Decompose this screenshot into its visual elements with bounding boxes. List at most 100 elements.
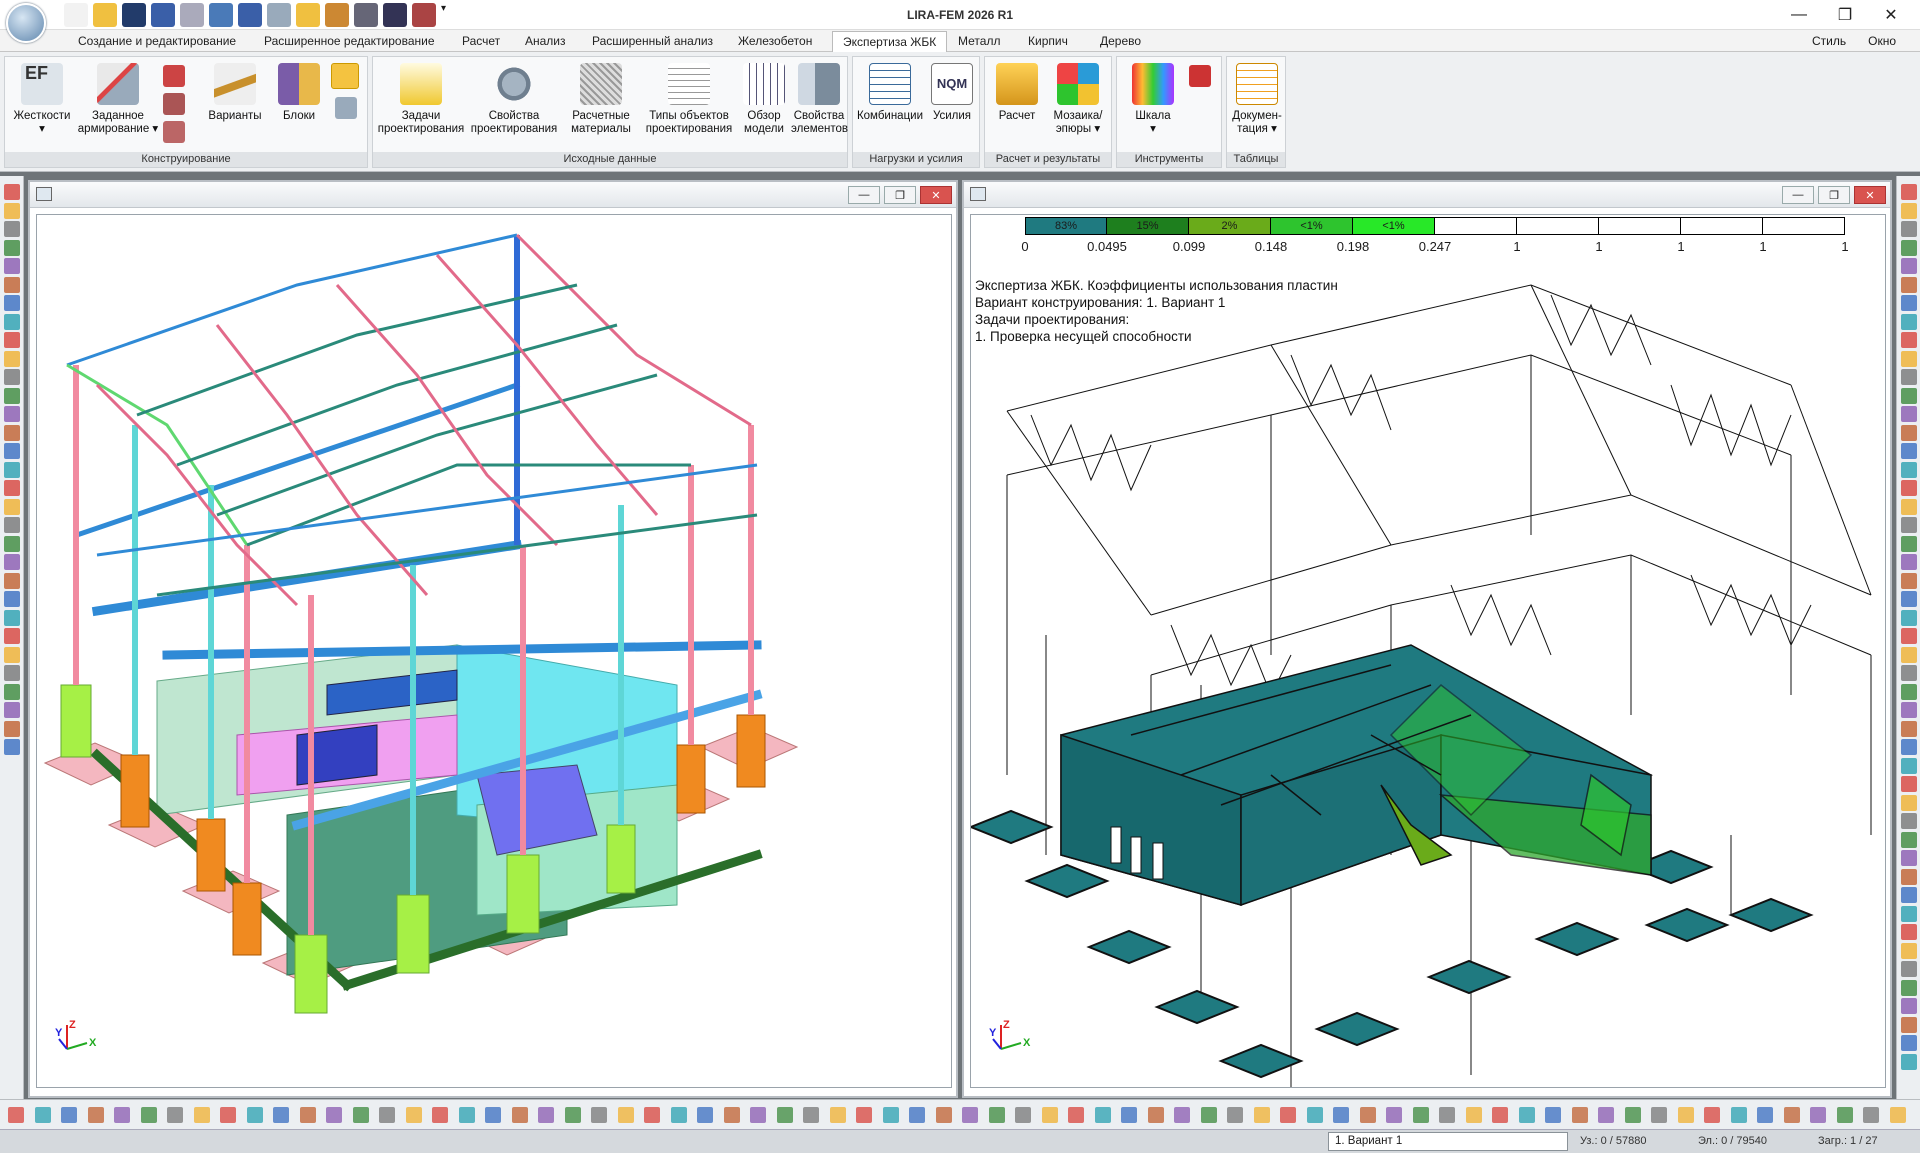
left-tool-icon[interactable] [4, 498, 20, 515]
given-reinforcement-button[interactable]: Заданное армирование ▾ [77, 63, 159, 136]
bottom-tool-icon[interactable] [829, 1107, 846, 1123]
bottom-tool-icon[interactable] [1836, 1107, 1853, 1123]
right-tool-icon[interactable] [1901, 313, 1917, 330]
right-tool-icon[interactable] [1901, 757, 1917, 774]
right-tool-icon[interactable] [1901, 369, 1917, 385]
bottom-tool-icon[interactable] [538, 1107, 554, 1123]
left-tool-icon[interactable] [4, 683, 20, 700]
left-tool-icon[interactable] [4, 646, 20, 663]
bottom-tool-icon[interactable] [1598, 1107, 1614, 1123]
right-close-button[interactable]: ✕ [1854, 186, 1886, 204]
variant-select[interactable]: 1. Вариант 1 [1328, 1132, 1568, 1151]
app-logo-icon[interactable] [6, 3, 46, 43]
bottom-tool-icon[interactable] [379, 1107, 395, 1123]
bottom-tool-icon[interactable] [723, 1107, 740, 1123]
block-settings-icon[interactable] [335, 97, 357, 119]
bottom-tool-icon[interactable] [1677, 1107, 1694, 1123]
variants-button[interactable]: Варианты [203, 63, 267, 123]
bottom-tool-icon[interactable] [988, 1107, 1005, 1123]
right-tool-icon[interactable] [1901, 998, 1917, 1014]
bottom-tool-icon[interactable] [1810, 1107, 1826, 1123]
bottom-tool-icon[interactable] [670, 1107, 687, 1123]
bottom-tool-icon[interactable] [935, 1107, 952, 1123]
right-tool-icon[interactable] [1901, 813, 1917, 829]
left-maximize-button[interactable]: ❐ [884, 186, 916, 204]
bottom-tool-icon[interactable] [909, 1107, 925, 1123]
bottom-tool-icon[interactable] [220, 1107, 236, 1123]
left-tool-icon[interactable] [4, 258, 20, 274]
right-tool-icon[interactable] [1901, 572, 1917, 589]
right-tool-icon[interactable] [1901, 387, 1917, 404]
left-tool-icon[interactable] [4, 628, 20, 644]
bottom-tool-icon[interactable] [1121, 1107, 1137, 1123]
bottom-tool-icon[interactable] [1041, 1107, 1058, 1123]
bottom-tool-icon[interactable] [326, 1107, 342, 1123]
left-tool-icon[interactable] [4, 239, 20, 256]
left-tool-icon[interactable] [4, 295, 20, 311]
bottom-tool-icon[interactable] [485, 1107, 501, 1123]
bottom-tool-icon[interactable] [1730, 1107, 1747, 1123]
right-tool-icon[interactable] [1901, 831, 1917, 848]
bottom-tool-icon[interactable] [432, 1107, 448, 1123]
left-tool-icon[interactable] [4, 276, 20, 293]
right-tool-icon[interactable] [1901, 1035, 1917, 1051]
right-tool-icon[interactable] [1901, 702, 1917, 718]
restore-button[interactable]: ❐ [1822, 2, 1868, 28]
bottom-tool-icon[interactable] [591, 1107, 607, 1123]
bottom-tool-icon[interactable] [1147, 1107, 1164, 1123]
bottom-tool-icon[interactable] [87, 1107, 104, 1123]
right-tool-icon[interactable] [1901, 350, 1917, 367]
left-tool-icon[interactable] [4, 424, 20, 441]
bottom-tool-icon[interactable] [1571, 1107, 1588, 1123]
bottom-tool-icon[interactable] [1253, 1107, 1270, 1123]
add-block-icon[interactable] [331, 63, 359, 89]
mosaic-button[interactable]: Мозаика/ эпюры ▾ [1047, 63, 1109, 136]
right-tool-icon[interactable] [1901, 332, 1917, 348]
bottom-tool-icon[interactable] [776, 1107, 793, 1123]
design-tasks-button[interactable]: Задачи проектирования [377, 63, 465, 136]
left-tool-icon[interactable] [4, 572, 20, 589]
bottom-tool-icon[interactable] [511, 1107, 528, 1123]
tab-timber[interactable]: Дерево [1094, 33, 1147, 49]
bottom-tool-icon[interactable] [697, 1107, 713, 1123]
bottom-tool-icon[interactable] [61, 1107, 77, 1123]
style-menu[interactable]: Стиль [1812, 34, 1846, 48]
rebar-small-icon-3[interactable] [163, 121, 185, 143]
bottom-tool-icon[interactable] [273, 1107, 289, 1123]
right-tool-icon[interactable] [1901, 739, 1917, 755]
left-tool-icon[interactable] [4, 702, 20, 718]
bottom-tool-icon[interactable] [1492, 1107, 1508, 1123]
bottom-tool-icon[interactable] [1280, 1107, 1296, 1123]
left-tool-icon[interactable] [4, 554, 20, 570]
right-tool-icon[interactable] [1901, 443, 1917, 459]
right-tool-icon[interactable] [1901, 905, 1917, 922]
left-tool-icon[interactable] [4, 313, 20, 330]
combinations-button[interactable]: Комбинации [855, 63, 925, 123]
bottom-tool-icon[interactable] [352, 1107, 369, 1123]
right-tool-icon[interactable] [1901, 239, 1917, 256]
right-tool-icon[interactable] [1901, 942, 1917, 959]
right-tool-icon[interactable] [1901, 591, 1917, 607]
right-tool-icon[interactable] [1901, 406, 1917, 422]
bottom-tool-icon[interactable] [882, 1107, 899, 1123]
right-tool-icon[interactable] [1901, 961, 1917, 977]
right-tool-icon[interactable] [1901, 868, 1917, 885]
rebar-small-icon-2[interactable] [163, 93, 185, 115]
left-tool-icon[interactable] [4, 517, 20, 533]
bottom-tool-icon[interactable] [1704, 1107, 1720, 1123]
left-tool-icon[interactable] [4, 591, 20, 607]
tab-analysis[interactable]: Анализ [519, 33, 572, 49]
bottom-tool-icon[interactable] [1757, 1107, 1773, 1123]
tab-create-edit[interactable]: Создание и редактирование [72, 33, 242, 49]
design-materials-button[interactable]: Расчетные материалы [563, 63, 639, 136]
bottom-tool-icon[interactable] [1624, 1107, 1641, 1123]
right-tool-icon[interactable] [1901, 184, 1917, 200]
right-tool-icon[interactable] [1901, 554, 1917, 570]
bottom-tool-icon[interactable] [1306, 1107, 1323, 1123]
close-button[interactable]: ✕ [1868, 2, 1914, 28]
minimize-button[interactable]: — [1776, 2, 1822, 28]
bottom-tool-icon[interactable] [1863, 1107, 1879, 1123]
right-tool-icon[interactable] [1901, 1016, 1917, 1033]
right-tool-icon[interactable] [1901, 776, 1917, 792]
scale-button[interactable]: Шкала ▾ [1127, 63, 1179, 136]
